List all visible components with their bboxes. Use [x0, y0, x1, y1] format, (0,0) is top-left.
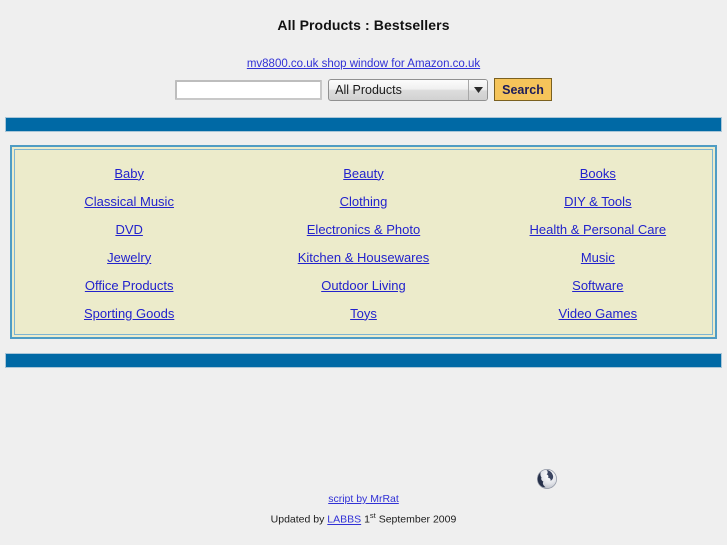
footer-updated-day-suffix: st — [369, 511, 376, 520]
category-cell: Toys — [246, 306, 480, 321]
category-cell: Baby — [12, 166, 246, 181]
category-cell: Electronics & Photo — [246, 222, 480, 237]
category-cell: Health & Personal Care — [481, 222, 715, 237]
category-cell: Classical Music — [12, 194, 246, 209]
category-cell: Music — [481, 250, 715, 265]
top-separator-bar — [5, 117, 722, 132]
category-cell: Beauty — [246, 166, 480, 181]
shop-window-link-wrap: mv8800.co.uk shop window for Amazon.co.u… — [0, 55, 727, 70]
category-link-dvd[interactable]: DVD — [115, 222, 142, 237]
category-link-video-games[interactable]: Video Games — [559, 306, 638, 321]
category-link-diy-tools[interactable]: DIY & Tools — [564, 194, 631, 209]
category-cell: DVD — [12, 222, 246, 237]
category-row: Classical Music Clothing DIY & Tools — [12, 187, 715, 215]
category-link-electronics-photo[interactable]: Electronics & Photo — [307, 222, 420, 237]
category-row: Sporting Goods Toys Video Games — [12, 299, 715, 327]
search-input[interactable] — [175, 79, 323, 100]
category-cell: Outdoor Living — [246, 278, 480, 293]
footer: script by MrRat Updated by LABBS 1st Sep… — [0, 493, 727, 528]
category-select-label: All Products — [335, 82, 402, 97]
category-link-music[interactable]: Music — [581, 250, 615, 265]
category-link-clothing[interactable]: Clothing — [340, 194, 388, 209]
category-row: Office Products Outdoor Living Software — [12, 271, 715, 299]
chevron-down-icon[interactable] — [468, 79, 488, 100]
globe-icon — [534, 466, 560, 492]
category-link-software[interactable]: Software — [572, 278, 623, 293]
category-cell: Software — [481, 278, 715, 293]
category-cell: Video Games — [481, 306, 715, 321]
footer-updated-line: Updated by LABBS 1st September 2009 — [0, 508, 727, 528]
shop-window-link[interactable]: mv8800.co.uk shop window for Amazon.co.u… — [247, 58, 480, 70]
category-link-kitchen-housewares[interactable]: Kitchen & Housewares — [298, 250, 430, 265]
category-cell: Jewelry — [12, 250, 246, 265]
category-cell: Office Products — [12, 278, 246, 293]
category-cell: Books — [481, 166, 715, 181]
search-form: All Products Search — [0, 78, 727, 101]
category-link-health-personal-care[interactable]: Health & Personal Care — [530, 222, 667, 237]
category-row: Baby Beauty Books — [12, 159, 715, 187]
footer-updated-prefix: Updated by — [270, 513, 325, 526]
page-title: All Products : Bestsellers — [277, 17, 450, 33]
search-button[interactable]: Search — [494, 78, 552, 101]
category-link-outdoor-living[interactable]: Outdoor Living — [321, 278, 406, 293]
footer-script-credit: script by MrRat — [0, 493, 727, 506]
category-link-classical-music[interactable]: Classical Music — [84, 194, 174, 209]
category-links-box: Baby Beauty Books Classical Music Clothi… — [10, 145, 717, 339]
category-link-books[interactable]: Books — [580, 166, 616, 181]
category-link-beauty[interactable]: Beauty — [343, 166, 383, 181]
category-cell: DIY & Tools — [481, 194, 715, 209]
category-link-office-products[interactable]: Office Products — [85, 278, 174, 293]
category-row: Jewelry Kitchen & Housewares Music — [12, 243, 715, 271]
category-cell: Sporting Goods — [12, 306, 246, 321]
category-cell: Kitchen & Housewares — [246, 250, 480, 265]
bottom-separator-bar — [5, 353, 722, 368]
category-link-baby[interactable]: Baby — [114, 166, 144, 181]
category-link-toys[interactable]: Toys — [350, 306, 377, 321]
category-select[interactable]: All Products — [328, 78, 489, 101]
category-cell: Clothing — [246, 194, 480, 209]
footer-updated-rest: September 2009 — [378, 513, 457, 526]
script-author-link[interactable]: script by MrRat — [328, 493, 399, 505]
footer-labbs-link[interactable]: LABBS — [327, 514, 361, 526]
category-row: DVD Electronics & Photo Health & Persona… — [12, 215, 715, 243]
category-link-jewelry[interactable]: Jewelry — [107, 250, 151, 265]
category-link-sporting-goods[interactable]: Sporting Goods — [84, 306, 174, 321]
